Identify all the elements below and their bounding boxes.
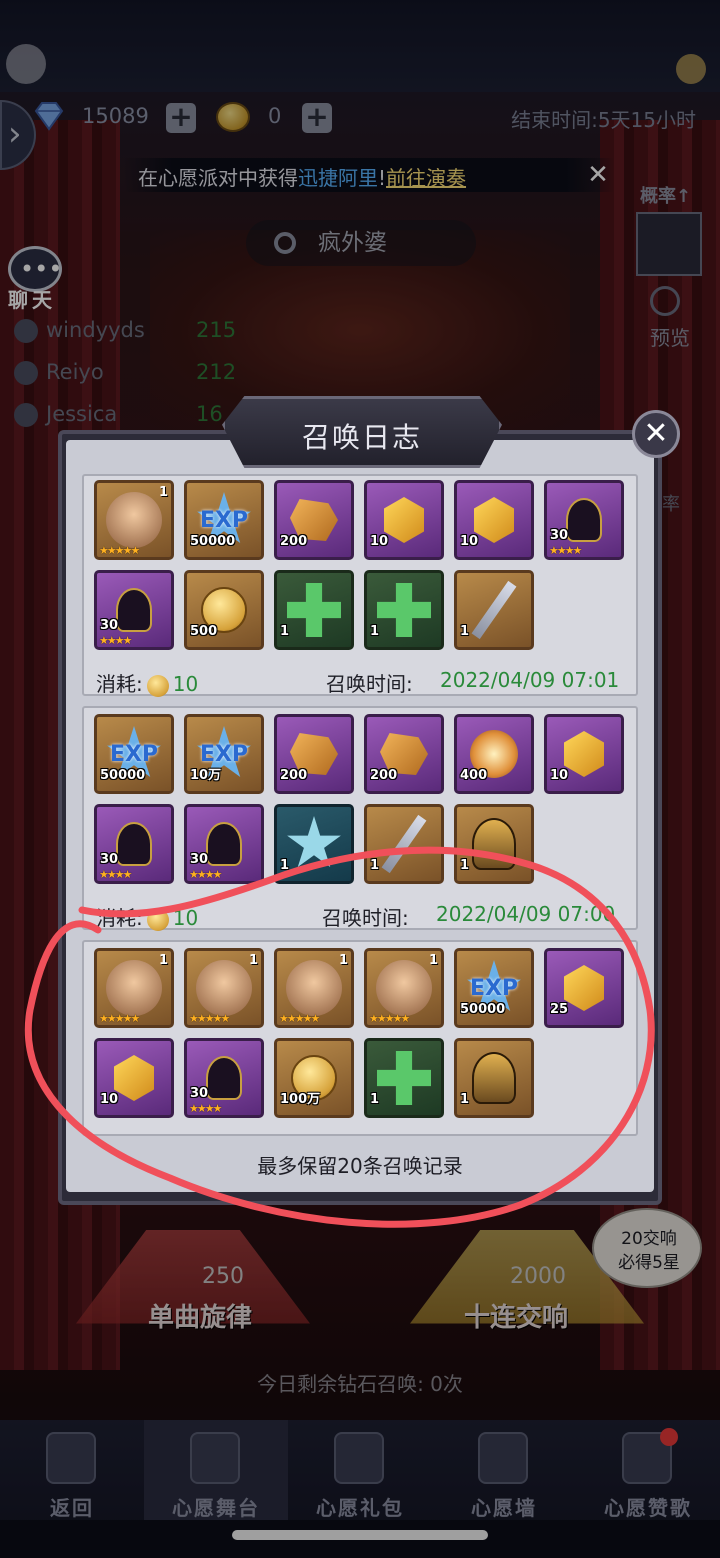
reward-amount: 30: [190, 1086, 209, 1101]
reward-amount: 200: [280, 534, 308, 549]
reward-tile[interactable]: 30 ★★★★: [94, 804, 174, 884]
reward-count: 1: [428, 953, 438, 968]
star-rating: ★★★★★: [369, 1012, 410, 1025]
reward-amount: 10: [460, 534, 479, 549]
reward-tile[interactable]: EXP 50000: [454, 948, 534, 1028]
star-rating: ★★★★★: [279, 1012, 320, 1025]
star-rating: ★★★★: [549, 544, 582, 557]
reward-tile[interactable]: 1 ★★★★★: [94, 480, 174, 560]
reward-amount: 50000: [100, 768, 146, 783]
coin-icon: [146, 908, 169, 931]
reward-tile[interactable]: 30 ★★★★: [544, 480, 624, 560]
star-rating: ★★★★: [99, 868, 132, 881]
star-rating: ★★★★★: [99, 544, 140, 557]
reward-tile[interactable]: 1: [274, 804, 354, 884]
reward-tile[interactable]: 30 ★★★★: [184, 1038, 264, 1118]
reward-tile[interactable]: 1 ★★★★★: [94, 948, 174, 1028]
reward-tile[interactable]: 30 ★★★★: [94, 570, 174, 650]
reward-tile[interactable]: 25: [544, 948, 624, 1028]
reward-tile[interactable]: 1: [454, 1038, 534, 1118]
reward-amount: 50000: [460, 1002, 506, 1017]
reward-amount: 500: [190, 624, 218, 639]
reward-tile[interactable]: 10: [364, 480, 444, 560]
reward-tile[interactable]: EXP 50000: [184, 480, 264, 560]
reward-amount: 10万: [190, 768, 222, 783]
reward-tile[interactable]: 1: [364, 1038, 444, 1118]
reward-count: 1: [338, 953, 348, 968]
star-rating: ★★★★: [189, 1102, 222, 1115]
game-screen: › 15089 + 0 + 结束时间:5天15小时 在心愿派对中获得迅捷阿里!前…: [0, 0, 720, 1558]
cost-value: 10: [172, 906, 199, 930]
close-icon[interactable]: ✕: [632, 410, 680, 458]
reward-amount: 100万: [280, 1092, 321, 1107]
record-2-time: 2022/04/09 07:00: [436, 902, 616, 926]
reward-tile[interactable]: 500: [184, 570, 264, 650]
cost-value: 10: [172, 672, 199, 696]
time-label: 召唤时间:: [326, 672, 413, 696]
reward-tile[interactable]: 1: [454, 804, 534, 884]
reward-tile[interactable]: 1 ★★★★★: [184, 948, 264, 1028]
reward-tile[interactable]: 30 ★★★★: [184, 804, 264, 884]
reward-amount: 10: [550, 768, 569, 783]
star-rating: ★★★★: [99, 634, 132, 647]
reward-amount: 50000: [190, 534, 236, 549]
record-1-cost: 消耗: 10: [96, 668, 198, 697]
reward-tile[interactable]: 200: [274, 714, 354, 794]
reward-tile[interactable]: 1: [274, 570, 354, 650]
keep-records-note: 最多保留20条召唤记录: [257, 1154, 463, 1178]
reward-amount: 1: [370, 1092, 380, 1107]
reward-count: 1: [158, 953, 168, 968]
reward-tile[interactable]: EXP 10万: [184, 714, 264, 794]
cost-label: 消耗:: [96, 672, 143, 696]
reward-tile[interactable]: 1 ★★★★★: [364, 948, 444, 1028]
reward-amount: 25: [550, 1002, 569, 1017]
reward-amount: 1: [280, 624, 290, 639]
star-rating: ★★★★★: [99, 1012, 140, 1025]
coin-icon: [146, 674, 169, 697]
reward-tile[interactable]: 10: [454, 480, 534, 560]
reward-tile[interactable]: 1: [364, 570, 444, 650]
reward-amount: 1: [460, 624, 470, 639]
star-rating: ★★★★: [189, 868, 222, 881]
star-rating: ★★★★★: [189, 1012, 230, 1025]
reward-tile[interactable]: 1: [454, 570, 534, 650]
reward-amount: 1: [280, 858, 290, 873]
reward-amount: 10: [370, 534, 389, 549]
record-1-time: 2022/04/09 07:01: [440, 668, 620, 692]
reward-amount: 200: [280, 768, 308, 783]
reward-tile[interactable]: EXP 50000: [94, 714, 174, 794]
reward-tile[interactable]: 10: [94, 1038, 174, 1118]
time-label: 召唤时间:: [322, 906, 409, 930]
reward-amount: 10: [100, 1092, 119, 1107]
reward-amount: 200: [370, 768, 398, 783]
reward-amount: 30: [100, 618, 119, 633]
reward-amount: 1: [370, 858, 380, 873]
record-2-cost: 消耗: 10: [96, 902, 198, 931]
reward-count: 1: [158, 485, 168, 500]
cost-label: 消耗:: [96, 906, 143, 930]
reward-amount: 400: [460, 768, 488, 783]
reward-amount: 1: [460, 1092, 470, 1107]
reward-amount: 30: [550, 528, 569, 543]
reward-count: 1: [248, 953, 258, 968]
reward-tile[interactable]: 200: [274, 480, 354, 560]
reward-tile[interactable]: 100万: [274, 1038, 354, 1118]
reward-amount: 1: [460, 858, 470, 873]
reward-tile[interactable]: 1: [364, 804, 444, 884]
reward-tile[interactable]: 200: [364, 714, 444, 794]
reward-amount: 30: [190, 852, 209, 867]
reward-amount: 1: [370, 624, 380, 639]
reward-amount: 30: [100, 852, 119, 867]
reward-tile[interactable]: 400: [454, 714, 534, 794]
modal-title: 召唤日志: [301, 421, 422, 454]
reward-tile[interactable]: 10: [544, 714, 624, 794]
reward-tile[interactable]: 1 ★★★★★: [274, 948, 354, 1028]
